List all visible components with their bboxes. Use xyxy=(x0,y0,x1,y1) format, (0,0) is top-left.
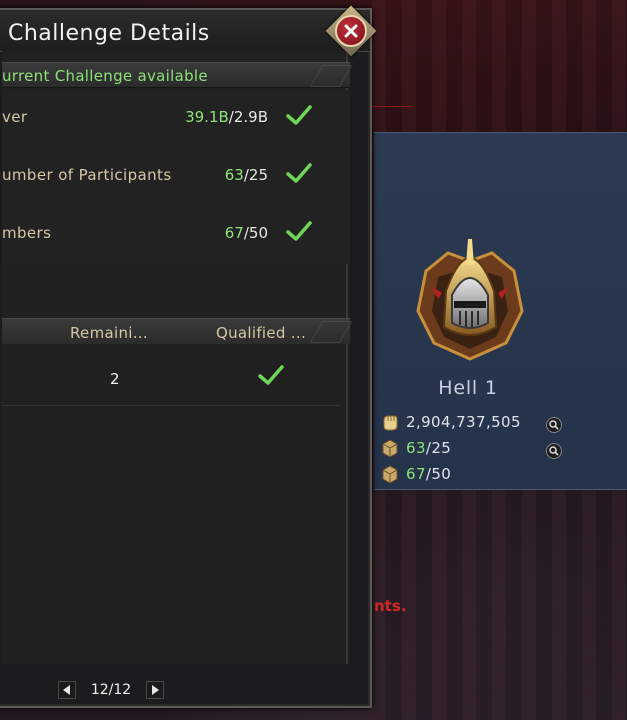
background-divider xyxy=(372,106,412,107)
previous-page-button[interactable] xyxy=(58,681,76,699)
requirement-current: 67 xyxy=(224,224,244,242)
requirement-required: /2.9B xyxy=(228,108,268,126)
card-title: Hell 1 xyxy=(438,377,498,399)
requirement-value: 67/50 xyxy=(225,224,268,242)
power-value: 2,904,737,505 xyxy=(406,413,521,431)
requirement-row-members: mbers 67/50 xyxy=(2,206,350,264)
header-ornament xyxy=(309,65,353,87)
section-header-label: urrent Challenge available xyxy=(2,67,208,85)
power-stat: 2,904,737,505 xyxy=(380,411,521,433)
column-header-remaining[interactable]: Remaini... xyxy=(70,324,148,342)
close-icon xyxy=(344,24,358,38)
participants-value: 63/25 xyxy=(406,439,451,457)
members-icon xyxy=(382,465,398,484)
participants-current: 63 xyxy=(406,439,426,457)
close-button[interactable] xyxy=(325,5,377,57)
caret-left-icon xyxy=(63,685,70,695)
requirement-label: ver xyxy=(2,108,28,126)
remaining-cell: 2 xyxy=(110,370,120,388)
table-header: Remaini... Qualified ... xyxy=(2,318,353,344)
column-header-qualified[interactable]: Qualified ... xyxy=(216,324,306,342)
participants-stat: 63/25 xyxy=(380,437,451,459)
requirement-label: umber of Participants xyxy=(2,166,172,184)
header-ornament xyxy=(309,321,353,343)
check-icon xyxy=(286,221,312,241)
requirement-row-participants: umber of Participants 63/25 xyxy=(2,148,350,206)
check-icon xyxy=(258,365,284,385)
check-icon xyxy=(286,105,312,125)
close-button-face xyxy=(335,15,367,47)
pagination: 12/12 xyxy=(58,680,164,700)
next-page-button[interactable] xyxy=(146,681,164,699)
section-header: urrent Challenge available xyxy=(2,62,353,88)
requirement-current: 39.1B xyxy=(185,108,229,126)
table-row[interactable]: 2 xyxy=(2,346,340,406)
requirement-required: /50 xyxy=(243,224,268,242)
requirement-required: /25 xyxy=(243,166,268,184)
requirement-row-power: ver 39.1B/2.9B xyxy=(2,90,350,148)
page-indicator: 12/12 xyxy=(90,682,132,698)
requirement-label: mbers xyxy=(2,224,52,242)
members-stat: 67/50 xyxy=(380,463,451,485)
caret-right-icon xyxy=(152,685,159,695)
dialog-body: urrent Challenge available ver 39.1B/2.9… xyxy=(2,50,353,664)
magnifier-icon[interactable] xyxy=(546,443,562,459)
challenge-details-dialog: Challenge Details urrent Challenge avail… xyxy=(0,8,372,708)
requirement-value: 39.1B/2.9B xyxy=(185,108,268,126)
members-current: 67 xyxy=(406,465,426,483)
title-bar: Challenge Details xyxy=(0,12,370,52)
requirement-value: 63/25 xyxy=(225,166,268,184)
magnifier-icon[interactable] xyxy=(546,417,562,433)
participants-icon xyxy=(382,439,398,458)
knight-helmet-emblem-icon xyxy=(416,239,524,361)
fist-icon xyxy=(383,415,398,431)
background-text: nts. xyxy=(374,597,407,615)
members-value: 67/50 xyxy=(406,465,451,483)
participants-required: /25 xyxy=(425,439,452,457)
members-required: /50 xyxy=(425,465,452,483)
challenge-card: Hell 1 2,904,737,505 63/25 67/50 xyxy=(374,132,627,490)
requirement-current: 63 xyxy=(224,166,244,184)
check-icon xyxy=(286,163,312,183)
dialog-title: Challenge Details xyxy=(8,21,210,46)
